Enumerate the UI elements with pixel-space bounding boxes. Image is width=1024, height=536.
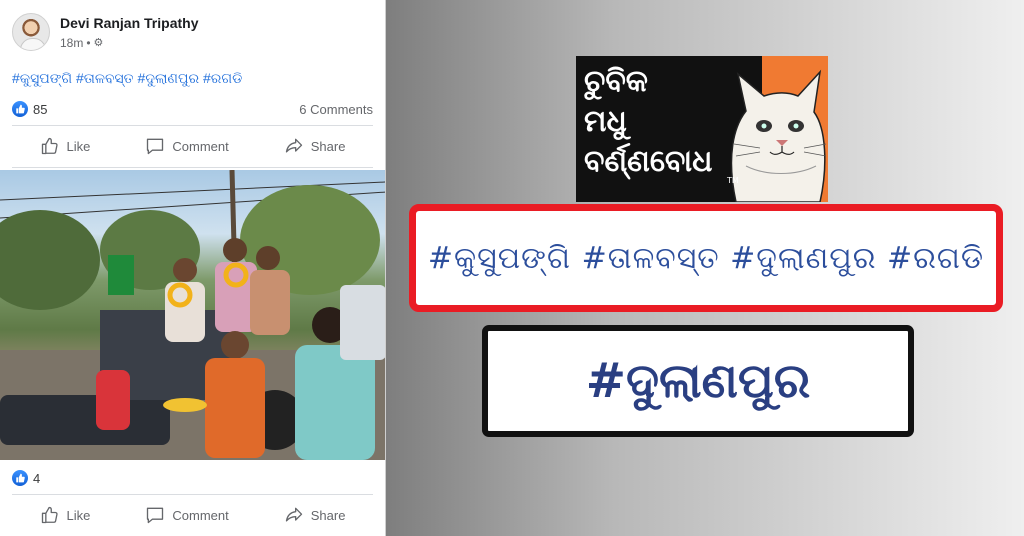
- comment-label: Comment: [172, 138, 229, 154]
- rally-photo-drawing: [0, 170, 385, 460]
- like-reaction-icon: [12, 101, 28, 117]
- comment-button[interactable]: Comment: [145, 136, 229, 156]
- post-photo[interactable]: [0, 170, 385, 460]
- like-label: Like: [66, 507, 91, 523]
- post-meta: 18m • ⚙: [60, 35, 198, 51]
- gear-icon[interactable]: ⚙: [94, 35, 104, 51]
- share-icon: [285, 507, 302, 522]
- like-button[interactable]: Like: [40, 136, 91, 156]
- divider: [12, 494, 373, 495]
- comment-button[interactable]: Comment: [145, 505, 229, 525]
- share-icon: [285, 138, 302, 153]
- thumbs-up-icon: [41, 506, 58, 524]
- trademark-mark: TM: [727, 176, 739, 185]
- post-action-bar: Like Comment Share: [12, 129, 373, 163]
- author-block: Devi Ranjan Tripathy 18m • ⚙: [60, 14, 198, 51]
- divider: [12, 167, 373, 168]
- share-button[interactable]: Share: [284, 136, 346, 156]
- hashtags-highlight-box: #କୁସୁପଙ୍ଗି #ତାଳବସ୍ତ #ଦୁଲାଣପୁର #ରଗଡି: [409, 204, 1003, 312]
- comment-label: Comment: [172, 507, 229, 523]
- photo-reactions-count: 4: [33, 470, 41, 486]
- magazine-title-line: ଚୁବିକ: [584, 64, 648, 99]
- author-name[interactable]: Devi Ranjan Tripathy: [60, 14, 198, 32]
- comment-icon: [147, 138, 164, 155]
- divider: [12, 125, 373, 126]
- magazine-title-line: ବର୍ଣ୍ଣବୋଧ: [584, 144, 713, 179]
- share-label: Share: [310, 138, 346, 154]
- comments-count[interactable]: 6 Comments: [299, 102, 373, 117]
- share-button[interactable]: Share: [284, 505, 346, 525]
- comment-icon: [147, 507, 164, 524]
- share-label: Share: [310, 507, 346, 523]
- post-time[interactable]: 18m: [60, 35, 83, 51]
- like-label: Like: [66, 138, 91, 154]
- like-button[interactable]: Like: [40, 505, 91, 525]
- reactions-row: 85 6 Comments: [12, 99, 373, 119]
- thumbs-up-icon: [41, 137, 58, 155]
- photo-reactions-row[interactable]: 4: [12, 468, 40, 488]
- post-hashtags[interactable]: #କୁସୁପଙ୍ଗି #ତାଳବସ୍ତ #ଦୁଲାଣପୁର #ରଗଡି: [12, 70, 242, 87]
- meta-separator: •: [86, 35, 91, 50]
- reactions-summary[interactable]: 85: [12, 101, 47, 117]
- post-header: Devi Ranjan Tripathy 18m • ⚙: [12, 10, 198, 54]
- like-reaction-icon: [12, 470, 28, 486]
- avatar[interactable]: [12, 13, 50, 51]
- magazine-title-line: ମଧୁ: [584, 104, 627, 139]
- photo-action-bar: Like Comment Share: [12, 498, 373, 532]
- reactions-count: 85: [33, 101, 48, 117]
- magazine-title: ଚୁବିକ ମଧୁ ବର୍ଣ୍ଣବୋଧ: [584, 62, 724, 182]
- dulanpur-hashtag-box: #ଦୁଲାଣପୁର: [482, 325, 914, 437]
- facebook-post: Devi Ranjan Tripathy 18m • ⚙ #କୁସୁପଙ୍ଗି …: [0, 0, 386, 536]
- magazine-cover: ଚୁବିକ ମଧୁ ବର୍ଣ୍ଣବୋଧ TM: [576, 56, 828, 202]
